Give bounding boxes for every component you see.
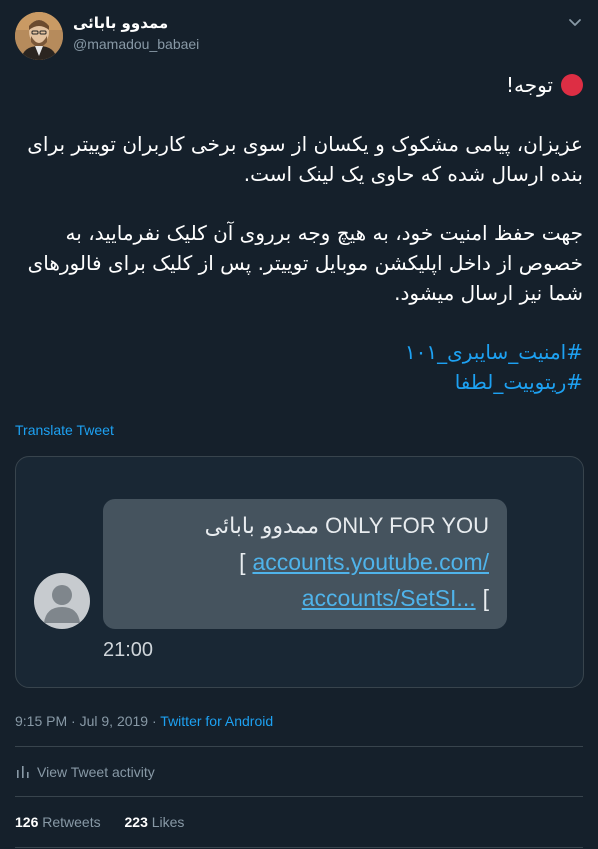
- meta-separator-2: ·: [151, 713, 157, 729]
- activity-label: View Tweet activity: [37, 764, 155, 780]
- meta-separator: ·: [71, 713, 76, 729]
- tweet-meta: 9:15 PM · Jul 9, 2019 · Twitter for Andr…: [15, 713, 273, 729]
- retweets-stat[interactable]: 126 Retweets: [15, 814, 101, 830]
- tweet-time[interactable]: 9:15 PM: [15, 713, 67, 729]
- chevron-down-icon[interactable]: [567, 14, 583, 30]
- message-name: ممدوو بابائی: [204, 514, 320, 539]
- author-handle[interactable]: @mamadou_babaei: [73, 36, 199, 52]
- likes-stat[interactable]: 223 Likes: [125, 814, 185, 830]
- likes-count: 223: [124, 814, 148, 830]
- translate-tweet-link[interactable]: Translate Tweet: [15, 422, 114, 438]
- attention-line: توجه!: [15, 70, 583, 100]
- suspicious-link-2: accounts/SetSI...: [301, 585, 476, 611]
- retweets-label: Retweets: [42, 814, 101, 830]
- author-avatar[interactable]: [15, 12, 63, 60]
- person-icon: [34, 573, 90, 629]
- paragraph-warning: عزیزان، پیامی مشکوک و یکسان از سوی برخی …: [27, 132, 583, 186]
- bar-chart-icon: [17, 766, 29, 778]
- message-line-1: ممدوو بابائی ONLY FOR YOU: [205, 513, 489, 539]
- likes-label: Likes: [151, 814, 185, 830]
- attention-text: توجه!: [505, 73, 553, 97]
- message-line-3: accounts/SetSI... [: [301, 585, 489, 611]
- author-photo: [15, 12, 63, 60]
- message-bubble: ممدوو بابائی ONLY FOR YOU [ accounts.you…: [103, 499, 507, 629]
- divider: [15, 746, 583, 747]
- tweet-header: ممدوو بابائی @mamadou_babaei: [15, 12, 583, 60]
- tweet-stats: 126 Retweets 223 Likes: [15, 814, 204, 830]
- divider: [15, 796, 583, 797]
- red-circle-icon: [561, 74, 583, 96]
- view-tweet-activity-button[interactable]: View Tweet activity: [15, 764, 155, 780]
- author-display-name[interactable]: ممدوو بابائی: [73, 14, 168, 32]
- paragraph-advice: جهت حفظ امنیت خود، به هیچ وجه برروی آن ک…: [27, 221, 583, 305]
- tweet-media-image[interactable]: ممدوو بابائی ONLY FOR YOU [ accounts.you…: [15, 456, 584, 688]
- message-prefix: ONLY FOR YOU: [325, 513, 489, 538]
- tweet-date[interactable]: Jul 9, 2019: [80, 713, 149, 729]
- divider: [15, 847, 583, 848]
- suspicious-link-1: accounts.youtube.com/: [252, 549, 489, 575]
- hashtag-retweet-please[interactable]: #ریتوییت_لطفا: [455, 370, 583, 394]
- message-time: 21:00: [103, 639, 154, 661]
- tweet-text: توجه! عزیزان، پیامی مشکوک و یکسان از سوی…: [15, 70, 583, 397]
- retweets-count: 126: [15, 814, 39, 830]
- message-line-2: [ accounts.youtube.com/: [239, 549, 489, 575]
- tweet-source-link[interactable]: Twitter for Android: [160, 713, 273, 729]
- hashtag-cyber-security[interactable]: #امنیت_سایبری_۱۰۱: [405, 340, 583, 364]
